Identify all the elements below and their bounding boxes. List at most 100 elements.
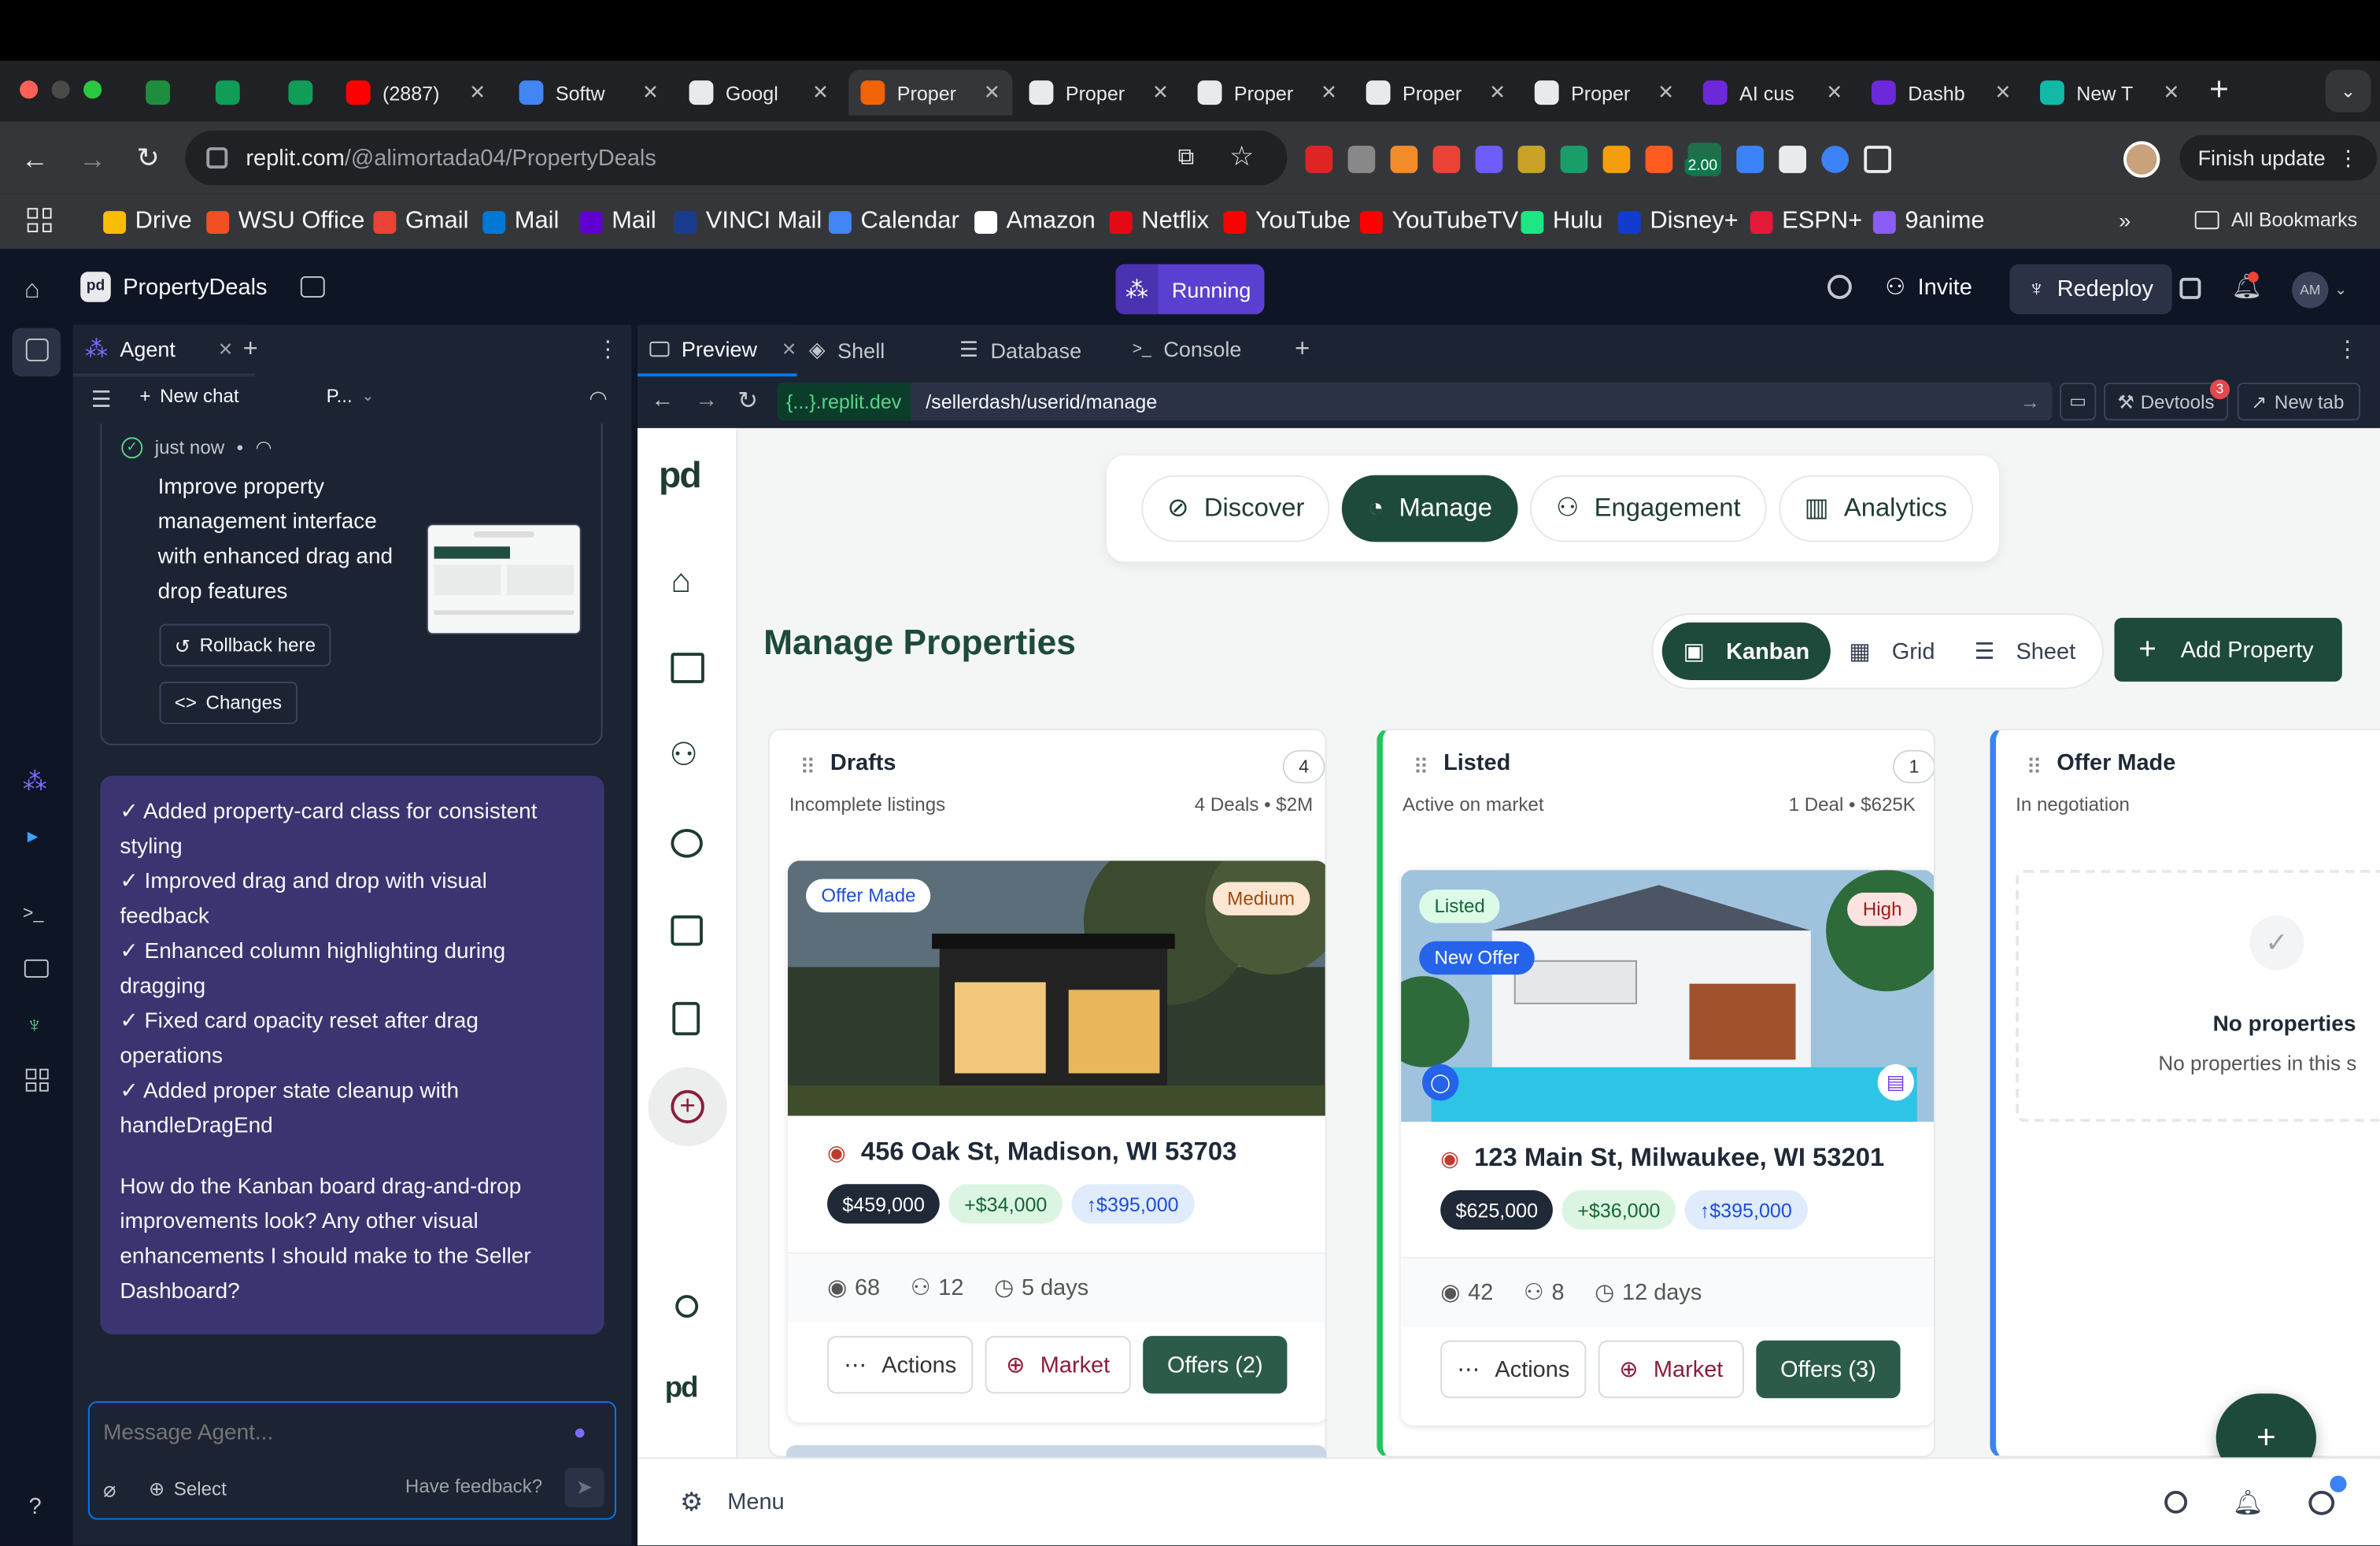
git-rail-icon[interactable]: ♆ — [26, 1012, 43, 1038]
user-menu[interactable]: AM ⌄ — [2292, 272, 2347, 309]
building-icon[interactable] — [671, 653, 704, 683]
app-logo-small[interactable]: pd — [665, 1372, 699, 1405]
browser-tab[interactable] — [203, 70, 261, 116]
view-grid[interactable]: ▦ Grid — [1849, 638, 1935, 665]
tab-console[interactable]: >_ Console — [1133, 337, 1242, 361]
all-bookmarks-folder[interactable]: All Bookmarks — [2194, 208, 2357, 231]
tab-search-chevron-icon[interactable]: ⌄ — [2325, 69, 2371, 113]
bookmark-item[interactable]: Mail — [579, 208, 656, 235]
finish-update-button[interactable]: Finish update ⋮ — [2179, 135, 2378, 181]
browser-tab[interactable]: Proper ✕ — [1017, 70, 1181, 116]
bookmark-item[interactable]: WSU Office — [206, 208, 364, 235]
market-button[interactable]: ⊕ Market — [985, 1336, 1131, 1394]
run-status-button[interactable]: ⁂ Running — [1115, 264, 1265, 315]
project-info-icon[interactable] — [300, 276, 325, 298]
close-tab-icon[interactable]: ✕ — [469, 80, 486, 105]
explorer-icon[interactable] — [25, 338, 49, 361]
close-tab-icon[interactable]: ✕ — [2163, 80, 2179, 105]
close-tab-icon[interactable]: ✕ — [642, 80, 659, 105]
close-tab-icon[interactable]: ✕ — [218, 338, 233, 360]
bookmark-item[interactable]: Calendar — [828, 208, 959, 235]
gauge-icon[interactable]: ◠ — [589, 386, 608, 412]
close-tab-icon[interactable]: ✕ — [1321, 80, 1337, 105]
send-icon[interactable]: ➤ — [564, 1467, 604, 1508]
browser-tab[interactable] — [276, 70, 334, 116]
view-kanban[interactable]: ▣ Kanban — [1661, 622, 1831, 680]
help-icon[interactable]: ? — [29, 1494, 42, 1520]
offers-button[interactable]: Offers (2) — [1143, 1336, 1288, 1394]
open-arrow-icon[interactable]: → — [2020, 390, 2040, 413]
calendar-icon[interactable] — [671, 915, 703, 946]
close-tab-icon[interactable]: ✕ — [1489, 80, 1506, 105]
shell-rail-icon[interactable]: >_ — [23, 902, 43, 923]
extension-icon[interactable] — [1305, 146, 1333, 173]
maximize-window-button[interactable] — [83, 80, 102, 99]
minimize-window-button[interactable] — [51, 80, 70, 99]
close-window-button[interactable] — [20, 80, 39, 99]
redeploy-button[interactable]: ♆ Redeploy — [2009, 264, 2172, 315]
nav-manage[interactable]: ◔ Manage — [1342, 475, 1518, 542]
tab-shell[interactable]: ◈ Shell — [809, 337, 885, 363]
actions-button[interactable]: ⋯ Actions — [827, 1336, 974, 1394]
bookmark-item[interactable]: Gmail — [373, 208, 469, 235]
responsive-monitor-icon[interactable]: ▭ — [2060, 382, 2097, 421]
next-property-card[interactable] — [785, 1444, 1327, 1458]
search-icon[interactable] — [2164, 1490, 2187, 1514]
browser-tab[interactable]: Dashb ✕ — [1859, 70, 2023, 116]
preview-back-icon[interactable]: ← — [651, 387, 674, 413]
app-logo[interactable]: pd — [659, 456, 702, 498]
tab-agent[interactable]: ⁂ Agent ✕ — [72, 324, 255, 377]
bookmark-item[interactable]: YouTubeTV — [1359, 208, 1518, 235]
bookmark-item[interactable]: Disney+ — [1617, 208, 1739, 235]
multiplayer-icon[interactable] — [2179, 277, 2201, 299]
reload-icon[interactable]: ↻ — [137, 142, 160, 174]
extensions-puzzle-icon[interactable] — [1864, 146, 1891, 173]
close-tab-icon[interactable]: ✕ — [1658, 80, 1674, 105]
users-icon[interactable]: ⚇ — [669, 736, 697, 774]
nav-analytics[interactable]: ▥ Analytics — [1778, 475, 1973, 542]
actions-button[interactable]: ⋯ Actions — [1440, 1340, 1587, 1399]
tab-database[interactable]: ☰ Database — [959, 337, 1081, 363]
extension-icon[interactable] — [1821, 146, 1849, 173]
rollback-button[interactable]: ↺ Rollback here — [159, 623, 331, 667]
add-tab-plus-icon[interactable]: + — [243, 334, 258, 364]
add-pane-tab-plus-icon[interactable]: + — [1295, 334, 1310, 364]
extension-icon[interactable] — [1645, 146, 1673, 173]
apps-grid-icon[interactable] — [27, 208, 52, 233]
drag-handle-icon[interactable]: ⠿ — [800, 754, 815, 780]
bookmark-item[interactable]: Drive — [103, 208, 192, 235]
browser-tab[interactable]: Softw ✕ — [507, 70, 671, 116]
bookmark-star-icon[interactable]: ☆ — [1229, 141, 1254, 172]
extension-icon[interactable] — [1779, 146, 1806, 173]
preview-forward-icon[interactable]: → — [695, 387, 718, 413]
chat-bubble-icon[interactable] — [671, 828, 703, 858]
close-tab-icon[interactable]: ✕ — [1826, 80, 1842, 105]
extension-icon[interactable] — [1560, 146, 1588, 173]
kebab-icon[interactable]: ⋮ — [2338, 145, 2359, 171]
bookmark-item[interactable]: Mail — [482, 208, 559, 235]
address-bar[interactable]: replit.com/@alimortada04/PropertyDeals — [185, 130, 1288, 186]
menu-label[interactable]: Menu — [727, 1489, 784, 1515]
close-tab-icon[interactable]: ✕ — [782, 338, 796, 360]
new-tab-button[interactable]: ↗ New tab — [2237, 382, 2360, 421]
chat-icon[interactable] — [2308, 1474, 2347, 1515]
bookmark-item[interactable]: Amazon — [974, 208, 1096, 235]
bookmark-item[interactable]: VINCI Mail — [674, 208, 822, 235]
browser-tab[interactable]: Proper ✕ — [1354, 70, 1517, 116]
nav-engagement[interactable]: ⚇ Engagement — [1530, 475, 1767, 542]
bookmark-item[interactable]: Netflix — [1109, 208, 1209, 235]
pane-kebab-icon[interactable]: ⋮ — [2336, 335, 2359, 363]
forward-arrow-icon[interactable]: → — [79, 144, 106, 176]
site-info-icon[interactable] — [206, 147, 228, 169]
close-tab-icon[interactable]: ✕ — [1152, 80, 1169, 105]
property-card[interactable]: Offer Made Medium ◉ 456 Oak St, Madison, … — [787, 860, 1325, 1423]
extension-icon[interactable] — [1432, 146, 1461, 173]
extension-icon[interactable] — [1347, 146, 1376, 173]
bookmark-item[interactable]: ESPN+ — [1750, 208, 1862, 235]
back-arrow-icon[interactable]: ← — [21, 144, 49, 176]
extension-icon[interactable] — [1475, 146, 1503, 173]
message-bubble-icon[interactable]: ◯ — [1422, 1063, 1459, 1101]
book-icon[interactable] — [672, 1001, 700, 1036]
nav-discover[interactable]: ⊘ Discover — [1141, 475, 1331, 542]
model-select[interactable]: P... ⌄ — [327, 386, 375, 407]
